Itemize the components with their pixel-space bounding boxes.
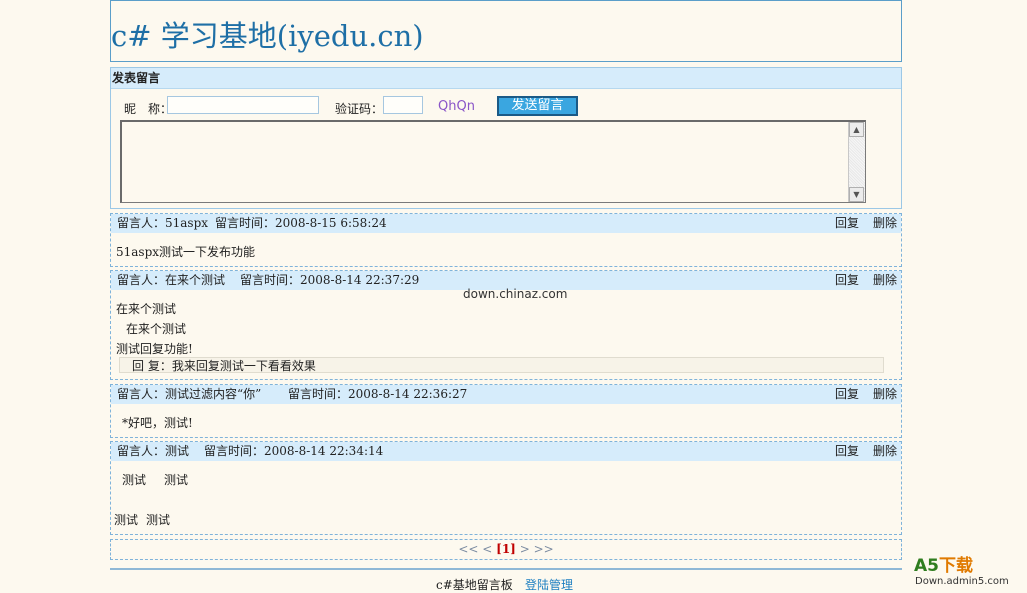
- message-body-line: 测试: [122, 473, 147, 487]
- textarea-scrollbar[interactable]: ▲ ▼: [848, 122, 865, 202]
- message-body: *好吧，测试!: [122, 416, 193, 430]
- message-time: 留言时间：2008-8-15 6:58:24: [215, 216, 387, 230]
- pagination: << < [1] > >>: [110, 539, 902, 560]
- message-item: 留言人：测试过滤内容“你” 留言时间：2008-8-14 22:36:27 回复…: [110, 384, 902, 438]
- nickname-label: 昵 称：: [124, 102, 173, 116]
- watermark-text: down.chinaz.com: [463, 287, 568, 301]
- a5-logo-accent: 下载: [939, 556, 973, 576]
- message-header: 留言人：测试 留言时间：2008-8-14 22:34:14 回复 删除: [111, 442, 901, 461]
- reply-link[interactable]: 回复: [835, 442, 859, 461]
- post-panel-title: 发表留言: [111, 68, 901, 89]
- captcha-input[interactable]: [383, 96, 423, 114]
- message-header: 留言人：51aspx 留言时间：2008-8-15 6:58:24 回复 删除: [111, 214, 901, 233]
- post-form-row: 昵 称： 验证码： QhQn 发送留言: [111, 96, 901, 118]
- captcha-image[interactable]: QhQn: [438, 99, 475, 114]
- delete-link[interactable]: 删除: [873, 271, 897, 290]
- message-item: 留言人：测试 留言时间：2008-8-14 22:34:14 回复 删除 测试 …: [110, 441, 902, 535]
- message-body-line: 测试: [114, 513, 139, 527]
- scroll-down-icon[interactable]: ▼: [849, 187, 864, 202]
- message-textarea[interactable]: ▲ ▼: [120, 120, 866, 203]
- a5-logo: A5下载: [914, 557, 973, 575]
- delete-link[interactable]: 删除: [873, 214, 897, 233]
- message-body-line: 测试回复功能!: [116, 342, 193, 356]
- site-title: c# 学习基地(iyedu.cn): [111, 19, 424, 53]
- admin-login-link[interactable]: 登陆管理: [525, 578, 573, 592]
- last-page-link[interactable]: >>: [534, 542, 554, 556]
- a5-logo-main: A5: [914, 556, 939, 576]
- current-page: [1]: [496, 542, 516, 556]
- scroll-up-icon[interactable]: ▲: [849, 122, 864, 137]
- message-body: 51aspx测试一下发布功能: [116, 245, 256, 259]
- footer-admin-login: 登陆管理: [525, 576, 573, 593]
- message-body-line: 在来个测试: [126, 322, 187, 336]
- footer-board-name: c#基地留言板: [436, 578, 513, 592]
- message-time: 留言时间：2008-8-14 22:36:27: [288, 387, 468, 401]
- message-time: 留言时间：2008-8-14 22:37:29: [240, 273, 420, 287]
- message-author: 留言人：51aspx: [117, 216, 209, 230]
- captcha-label: 验证码：: [335, 102, 384, 116]
- message-header: 留言人：测试过滤内容“你” 留言时间：2008-8-14 22:36:27 回复…: [111, 385, 901, 404]
- delete-link[interactable]: 删除: [873, 385, 897, 404]
- footer-divider: [110, 568, 902, 570]
- message-author: 留言人：在来个测试: [117, 273, 226, 287]
- post-message-panel: 发表留言 昵 称： 验证码： QhQn 发送留言 ▲ ▼: [110, 67, 902, 209]
- reply-link[interactable]: 回复: [835, 271, 859, 290]
- delete-link[interactable]: 删除: [873, 442, 897, 461]
- message-body-line: 测试: [164, 473, 189, 487]
- admin-reply: 回 复：我来回复测试一下看看效果: [119, 357, 884, 373]
- site-header: c# 学习基地(iyedu.cn): [110, 0, 902, 62]
- message-item: 留言人：51aspx 留言时间：2008-8-15 6:58:24 回复 删除 …: [110, 213, 902, 267]
- nickname-input[interactable]: [167, 96, 319, 114]
- reply-link[interactable]: 回复: [835, 214, 859, 233]
- next-page-link[interactable]: >: [520, 542, 530, 556]
- prev-page-link[interactable]: <: [482, 542, 492, 556]
- message-time: 留言时间：2008-8-14 22:34:14: [204, 444, 384, 458]
- message-author: 留言人：测试: [117, 444, 190, 458]
- message-author: 留言人：测试过滤内容“你”: [117, 387, 262, 401]
- first-page-link[interactable]: <<: [458, 542, 478, 556]
- message-body-line: 在来个测试: [116, 302, 177, 316]
- send-message-button[interactable]: 发送留言: [497, 96, 578, 116]
- a5-logo-subtitle: Down.admin5.com: [915, 576, 1009, 587]
- message-body-line: 测试: [146, 513, 171, 527]
- reply-link[interactable]: 回复: [835, 385, 859, 404]
